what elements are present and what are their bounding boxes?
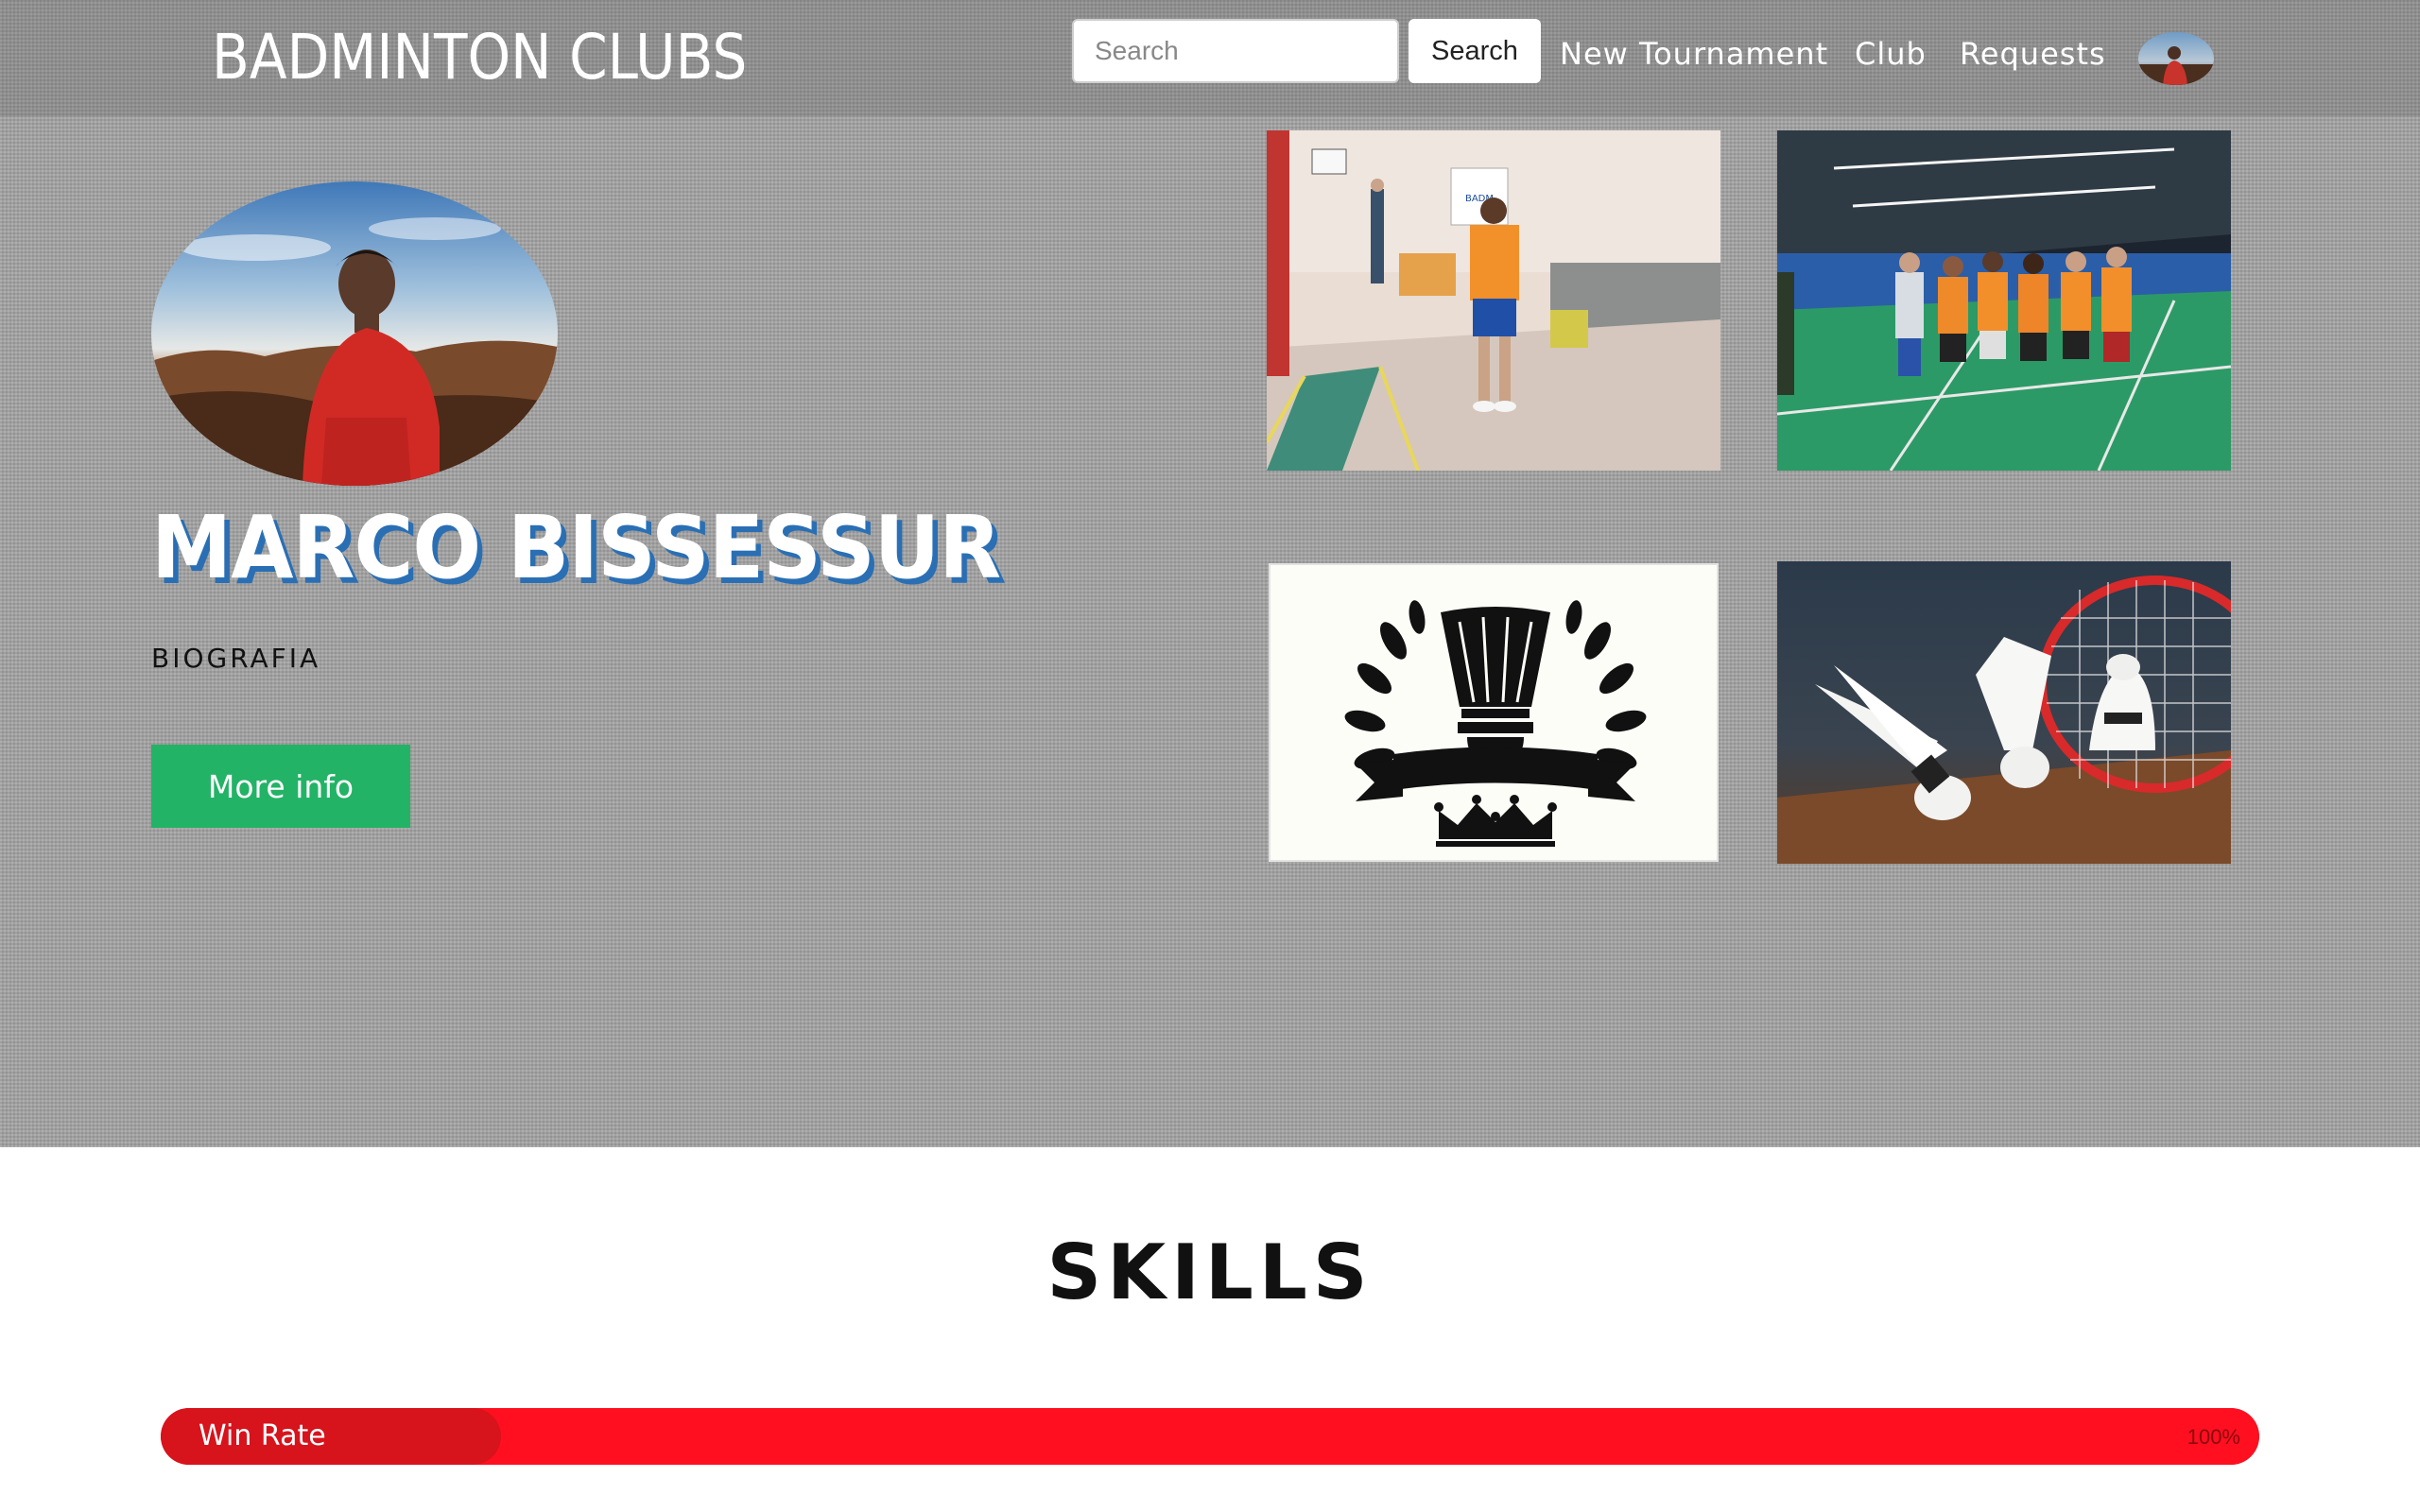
club-logo-icon [1270, 565, 1717, 860]
photo-trophy-icon: BADM [1267, 130, 1720, 471]
gallery-image-trophy[interactable]: BADM [1267, 130, 1720, 471]
profile-hero: MARCO BISSESSUR BIOGRAFIA More info BADM [0, 117, 2420, 1147]
profile-photo [151, 181, 558, 486]
nav-link-club[interactable]: Club [1855, 36, 1927, 72]
skill-bar-win-rate: Win Rate 100% [161, 1408, 2259, 1465]
more-info-button[interactable]: More info [151, 745, 410, 828]
player-name: MARCO BISSESSUR [151, 497, 1001, 598]
photo-team-icon [1777, 130, 2231, 471]
top-navbar: BADMINTON CLUBS Search New Tournament Cl… [0, 0, 2420, 117]
user-avatar[interactable] [2138, 32, 2214, 85]
biography-label: BIOGRAFIA [151, 643, 321, 674]
skills-title: SKILLS [1046, 1228, 1374, 1316]
nav-link-new-tournament[interactable]: New Tournament [1560, 36, 1828, 72]
shuttlecock-racket-icon [1777, 561, 2231, 864]
gallery-image-shuttlecocks[interactable] [1777, 561, 2231, 864]
search-button[interactable]: Search [1409, 19, 1541, 83]
brand-title[interactable]: BADMINTON CLUBS [212, 21, 747, 94]
skill-percent: 100% [2187, 1425, 2240, 1449]
search-input[interactable] [1072, 19, 1399, 83]
gallery-image-team[interactable] [1777, 130, 2231, 471]
profile-photo-icon [151, 181, 558, 486]
nav-link-requests[interactable]: Requests [1960, 36, 2106, 72]
skill-label: Win Rate [199, 1419, 326, 1452]
avatar-photo-icon [2138, 32, 2214, 85]
gallery-image-club-logo[interactable] [1269, 563, 1719, 862]
